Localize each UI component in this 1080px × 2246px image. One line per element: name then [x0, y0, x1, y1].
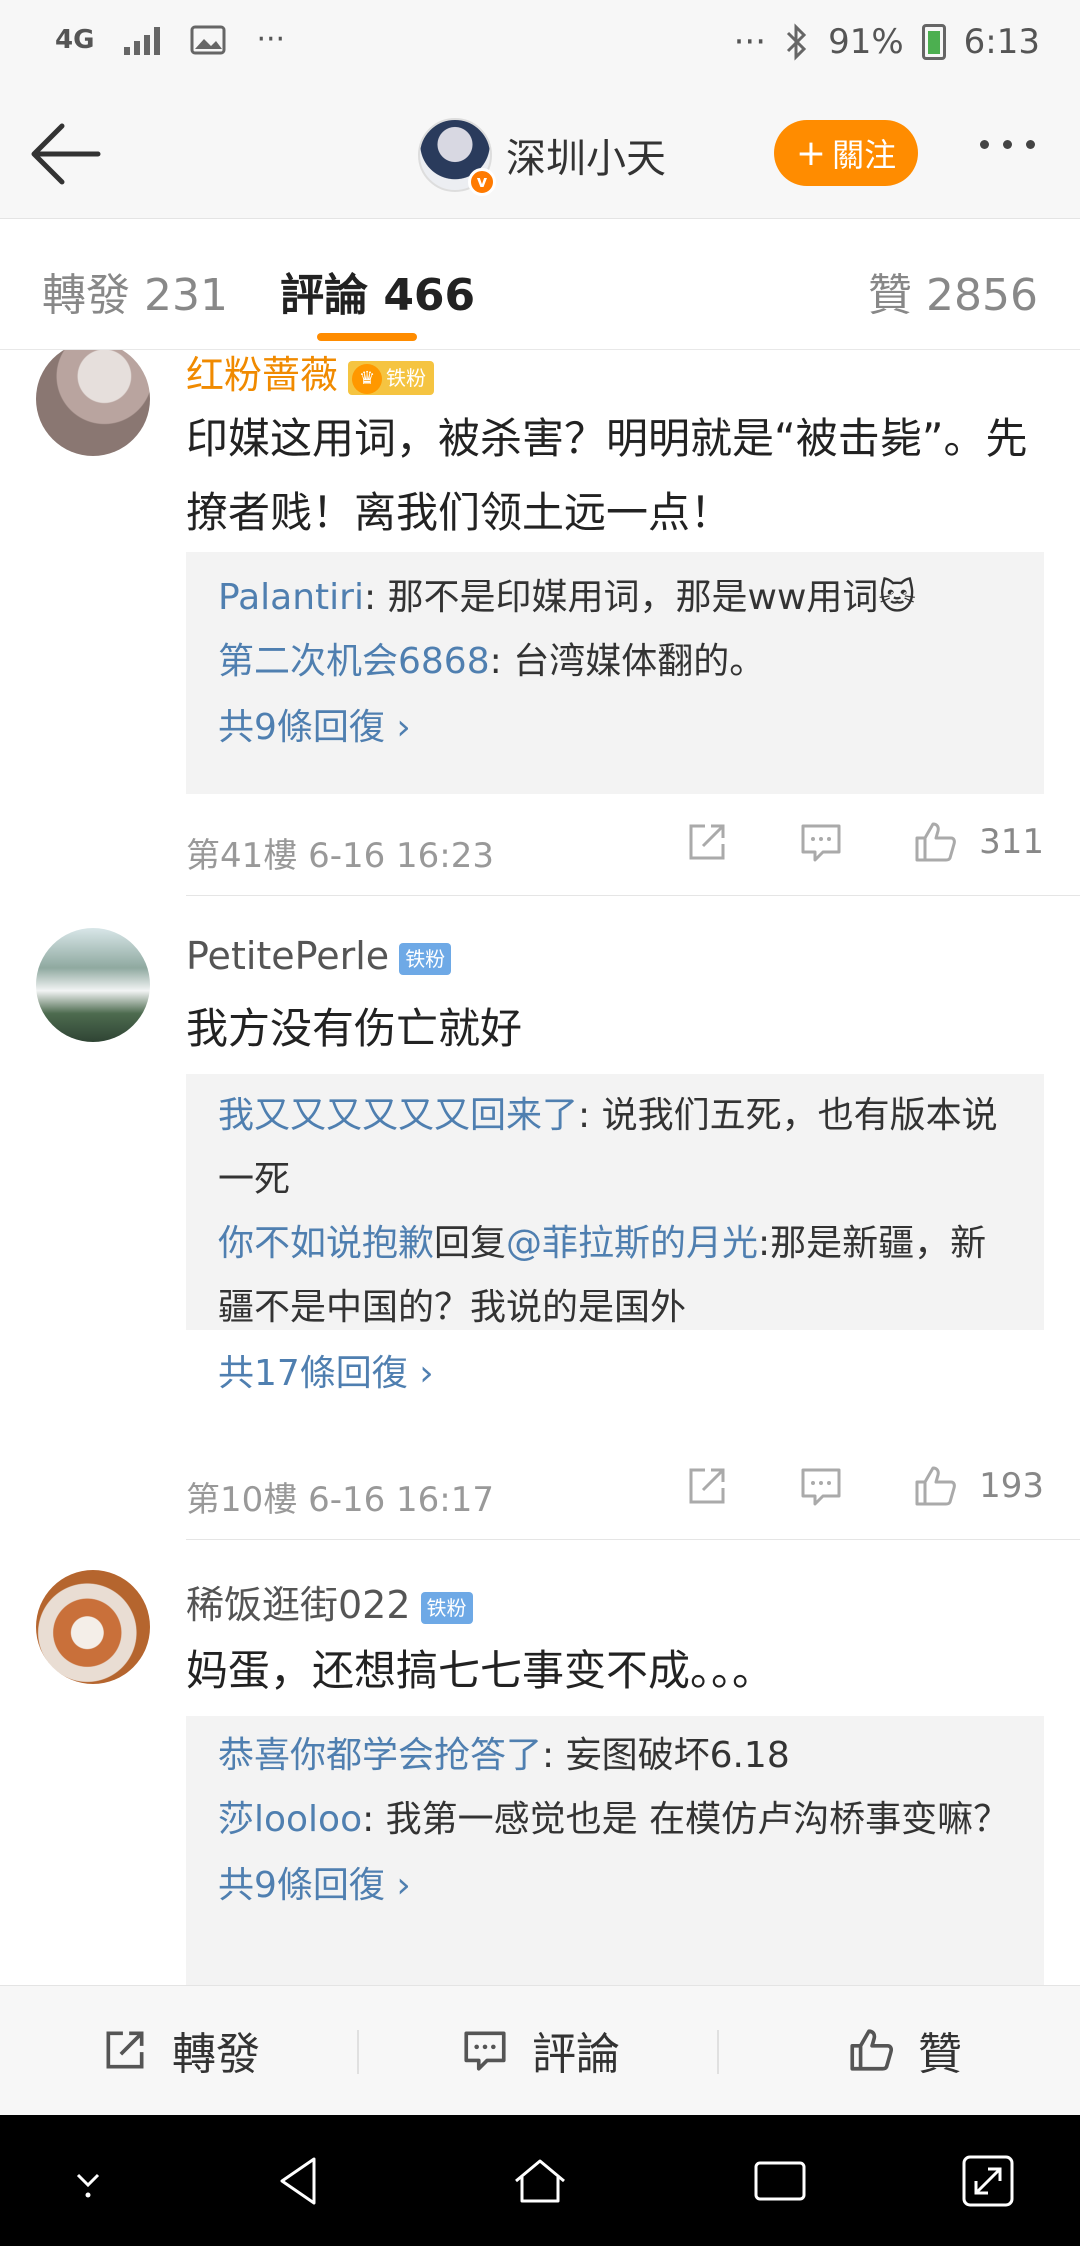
comment-button[interactable]: 評論 — [460, 2018, 620, 2082]
tab-repost[interactable]: 轉發 231 — [42, 259, 228, 323]
separator — [717, 2030, 719, 2074]
crown-icon: ♛ — [352, 364, 383, 394]
repost-icon — [106, 2031, 144, 2069]
top-header: v 深圳小天 + 關注 — [0, 90, 1080, 218]
like-icon[interactable] — [911, 1462, 959, 1510]
comment-list[interactable]: 红粉蔷薇 ♛ 铁粉 印媒这用词，被杀害？明明就是“被击毙”。先撩者贱！离我们领土远一… — [0, 350, 1080, 1985]
reply-author[interactable]: 第二次机会6868 — [218, 641, 490, 682]
like-count: 193 — [979, 1466, 1044, 1506]
system-nav-bar — [0, 2115, 1080, 2246]
network-indicator: 4G — [55, 24, 95, 55]
commenter-name[interactable]: 红粉蔷薇 — [186, 353, 338, 397]
comment-item: 红粉蔷薇 ♛ 铁粉 印媒这用词，被杀害？明明就是“被击毙”。先撩者贱！离我们领土远一… — [0, 350, 1080, 896]
follow-label: 關注 — [832, 136, 897, 174]
like-count: 311 — [979, 822, 1044, 862]
comment-item: PetitePerle 铁粉 我方没有伤亡就好 我又又又又又又回来了: 说我们五死… — [0, 896, 1080, 1540]
commenter-avatar[interactable] — [36, 1570, 150, 1684]
more-status-icon: ··· — [733, 22, 767, 62]
recent-apps-icon[interactable] — [750, 2151, 810, 2211]
floor-and-time: 第10樓 6-16 16:17 — [186, 1480, 495, 1520]
commenter-name[interactable]: 稀饭逛街022 — [186, 1583, 411, 1627]
mention-link[interactable]: @菲拉斯的月光 — [506, 1223, 758, 1264]
reply-line: 我又又又又又又回来了: 说我们五死，也有版本说一死 — [218, 1095, 998, 1200]
signal-icon — [124, 25, 161, 55]
commenter-name-row: PetitePerle 铁粉 — [186, 934, 452, 978]
author-name[interactable]: 深圳小天 — [506, 126, 666, 184]
reply-author[interactable]: 莎looloo — [218, 1799, 362, 1840]
back-icon[interactable] — [270, 2151, 330, 2211]
commenter-name[interactable]: PetitePerle — [186, 934, 389, 978]
comment-text: 印媒这用词，被杀害？明明就是“被击毙”。先撩者贱！离我们领土远一点！ — [186, 414, 1028, 537]
commenter-name-row: 红粉蔷薇 ♛ 铁粉 — [186, 350, 435, 399]
follow-button[interactable]: + 關注 — [774, 120, 918, 186]
reply-preview[interactable]: Palantiri: 那不是印媒用词，那是ww用词🐱 第二次机会6868: 台湾… — [186, 552, 1044, 794]
comment-item: 稀饭逛街022 铁粉 妈蛋，还想搞七七事变不成。。。 恭喜你都学会抢答了: 妄图破… — [0, 1540, 1080, 1985]
tab-comment[interactable]: 評論 466 — [280, 259, 475, 323]
reply-preview[interactable]: 我又又又又又又回来了: 说我们五死，也有版本说一死 你不如说抱歉回复@菲拉斯的月… — [186, 1074, 1044, 1394]
plus-icon: + — [795, 132, 827, 174]
tab-like[interactable]: 贊 2856 — [868, 259, 1038, 323]
reply-icon[interactable] — [797, 818, 845, 866]
share-icon[interactable] — [683, 1462, 731, 1510]
bluetooth-icon — [787, 23, 807, 61]
reply-line: 恭喜你都学会抢答了: 妄图破坏6.18 — [218, 1735, 790, 1776]
reply-preview[interactable]: 恭喜你都学会抢答了: 妄图破坏6.18 莎looloo: 我第一感觉也是 在模仿… — [186, 1716, 1044, 1985]
comment-text: 妈蛋，还想搞七七事变不成。。。 — [186, 1646, 775, 1695]
active-tab-indicator — [317, 333, 417, 341]
comment-label: 評論 — [532, 2029, 620, 2080]
fullscreen-icon[interactable] — [958, 2151, 1018, 2211]
reply-line: 第二次机会6868: 台湾媒体翻的。 — [218, 641, 766, 682]
clock: 6:13 — [963, 22, 1040, 62]
status-bar: 4G ··· ··· 91% 6:13 — [0, 0, 1080, 90]
reply-author[interactable]: 恭喜你都学会抢答了 — [218, 1735, 542, 1776]
fan-badge: ♛ 铁粉 — [348, 360, 435, 395]
author-avatar[interactable]: v — [418, 118, 496, 196]
more-options-icon[interactable] — [980, 140, 1035, 149]
reply-line: 莎looloo: 我第一感觉也是 在模仿卢沟桥事变嘛？ — [218, 1799, 1010, 1840]
reply-author[interactable]: 你不如说抱歉 — [218, 1223, 434, 1264]
separator — [357, 2030, 359, 2074]
back-arrow-icon[interactable] — [28, 118, 104, 190]
commenter-avatar[interactable] — [36, 350, 150, 456]
fan-badge: 铁粉 — [399, 942, 452, 975]
image-icon — [190, 25, 226, 54]
reply-line: 你不如说抱歉回复@菲拉斯的月光:那是新疆，新疆不是中国的？我说的是国外 — [218, 1223, 987, 1328]
reply-line: Palantiri: 那不是印媒用词，那是ww用词🐱 — [218, 577, 916, 618]
like-button[interactable]: 贊 — [846, 2018, 962, 2082]
more-notifications-icon: ··· — [256, 22, 286, 57]
view-more-replies-link[interactable]: 共17條回復 › — [218, 1342, 1012, 1406]
reply-author[interactable]: 我又又又又又又回来了 — [218, 1095, 578, 1136]
share-icon[interactable] — [683, 818, 731, 866]
home-icon[interactable] — [510, 2151, 570, 2211]
commenter-avatar[interactable] — [36, 928, 150, 1042]
comment-icon — [464, 2031, 506, 2071]
verified-badge-icon: v — [468, 168, 496, 196]
bottom-action-bar: 轉發 評論 贊 — [0, 1985, 1080, 2115]
commenter-name-row: 稀饭逛街022 铁粉 — [186, 1574, 473, 1629]
battery-icon — [921, 24, 946, 60]
fan-badge: 铁粉 — [420, 1591, 473, 1624]
reply-author[interactable]: Palantiri — [218, 577, 364, 618]
hide-keyboard-icon[interactable] — [58, 2151, 118, 2211]
view-more-replies-link[interactable]: 共9條回復 › — [218, 696, 1012, 760]
thumbs-up-icon — [850, 2029, 893, 2071]
repost-button[interactable]: 轉發 — [100, 2018, 260, 2082]
floor-and-time: 第41樓 6-16 16:23 — [186, 836, 495, 876]
reply-icon[interactable] — [797, 1462, 845, 1510]
view-more-replies-link[interactable]: 共9條回復 › — [218, 1854, 1012, 1918]
comment-meta: 第10樓 6-16 16:17 193 — [186, 1462, 1044, 1522]
comment-text: 我方没有伤亡就好 — [186, 1004, 523, 1053]
repost-label: 轉發 — [172, 2029, 260, 2080]
like-icon[interactable] — [911, 818, 959, 866]
like-label: 贊 — [918, 2029, 962, 2080]
comment-meta: 第41樓 6-16 16:23 311 — [186, 818, 1044, 878]
post-tabs: 轉發 231 評論 466 贊 2856 — [0, 218, 1080, 350]
battery-percent: 91% — [828, 22, 904, 62]
